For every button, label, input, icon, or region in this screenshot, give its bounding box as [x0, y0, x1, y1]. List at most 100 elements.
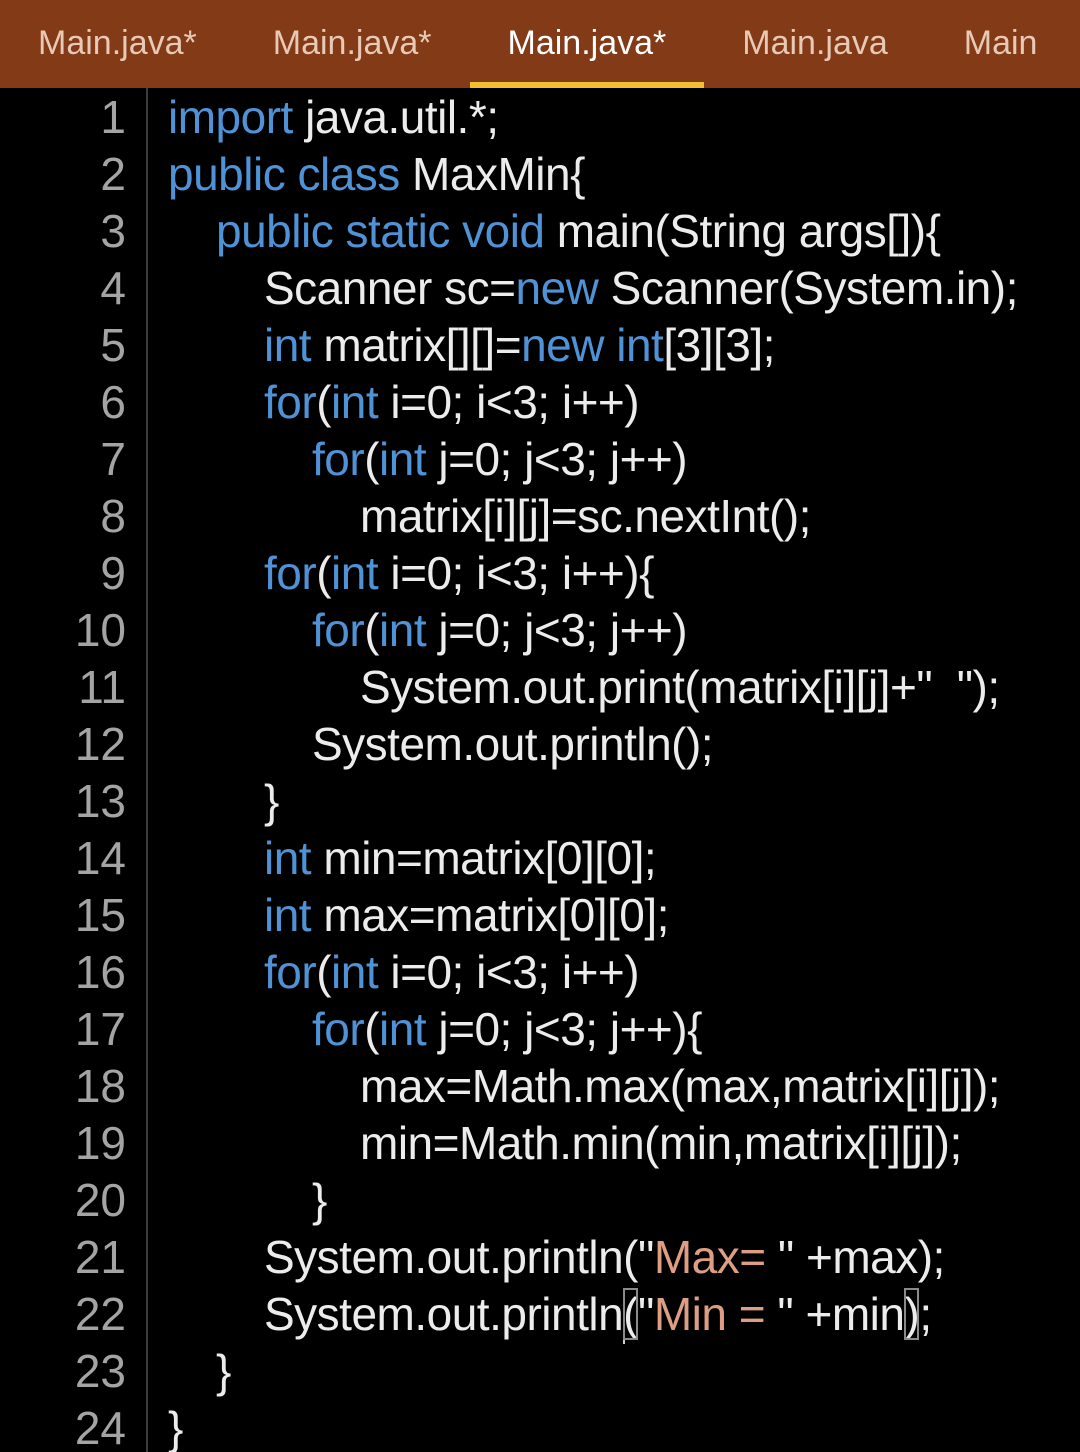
code-text: } — [168, 1400, 183, 1452]
line-number: 9 — [100, 547, 126, 599]
code-text: public static void main(String args[]){ — [216, 203, 941, 260]
line-number: 8 — [100, 490, 126, 542]
line-number: 23 — [74, 1345, 126, 1397]
line-number: 5 — [100, 319, 126, 371]
line-number: 22 — [74, 1288, 126, 1340]
code-editor[interactable]: 1 import java.util.*; 2 public class MaxMin… — [0, 88, 1080, 1452]
keyword-token: for — [264, 946, 317, 998]
code-line[interactable]: 1 import java.util.*; — [0, 89, 1080, 146]
code-text: } — [312, 1172, 327, 1229]
code-line[interactable]: 11 System.out.print(matrix[i][j]+" "); — [0, 659, 1080, 716]
line-number: 15 — [74, 889, 126, 941]
bracket-match-token: ) — [904, 1288, 920, 1340]
line-number: 20 — [74, 1174, 126, 1226]
code-text: for(int i=0; i<3; i++) — [264, 944, 640, 1001]
code-line[interactable]: 23} — [0, 1343, 1080, 1400]
code-token: " — [638, 1288, 654, 1340]
code-text: matrix[i][j]=sc.nextInt(); — [360, 488, 811, 545]
code-token: MaxMin{ — [399, 148, 585, 200]
code-line[interactable]: 3 public static void main(String args[]){ — [0, 203, 1080, 260]
line-number: 18 — [74, 1060, 126, 1112]
code-token: java.util.*; — [292, 91, 499, 143]
code-line[interactable]: 15 int max=matrix[0][0]; — [0, 887, 1080, 944]
code-token: " +max); — [777, 1231, 945, 1283]
keyword-token: int — [264, 319, 312, 371]
code-text: int matrix[][]=new int[3][3]; — [264, 317, 775, 374]
tab-file[interactable]: Main.java — [704, 0, 926, 88]
keyword-token: new int — [521, 319, 664, 371]
line-number: 14 — [74, 832, 126, 884]
tab-active-file[interactable]: Main.java* — [469, 0, 705, 88]
code-line[interactable]: 12 System.out.println(); — [0, 716, 1080, 773]
code-text: max=Math.max(max,matrix[i][j]); — [360, 1058, 1001, 1115]
code-token: i=0; i<3; i++){ — [378, 547, 654, 599]
code-text: System.out.println(); — [312, 716, 714, 773]
code-token: max=matrix[0][0]; — [311, 889, 669, 941]
code-token: System.out.println(" — [264, 1231, 654, 1283]
code-line[interactable]: 14 int min=matrix[0][0]; — [0, 830, 1080, 887]
code-token: } — [264, 775, 279, 827]
string-token: Min = — [653, 1288, 778, 1340]
keyword-token: int — [379, 433, 427, 485]
code-line[interactable]: 10 for(int j=0; j<3; j++) — [0, 602, 1080, 659]
code-token: i=0; i<3; i++) — [378, 376, 640, 428]
line-number: 4 — [100, 262, 126, 314]
code-text: Scanner sc=new Scanner(System.in); — [264, 260, 1018, 317]
code-token: min=Math.min(min,matrix[i][j]); — [360, 1117, 962, 1169]
keyword-token: public class — [168, 148, 400, 200]
code-text: public class MaxMin{ — [168, 146, 585, 203]
code-line[interactable]: 24} — [0, 1400, 1080, 1452]
code-token: [3][3]; — [663, 319, 775, 371]
keyword-token: for — [312, 1003, 365, 1055]
line-number: 16 — [74, 946, 126, 998]
code-line[interactable]: 5 int matrix[][]=new int[3][3]; — [0, 317, 1080, 374]
keyword-token: int — [379, 604, 427, 656]
code-token: System.out.println — [264, 1288, 624, 1340]
code-line[interactable]: 16 for(int i=0; i<3; i++) — [0, 944, 1080, 1001]
code-token: ( — [316, 376, 332, 428]
code-line[interactable]: 17 for(int j=0; j<3; j++){ — [0, 1001, 1080, 1058]
tab-file[interactable]: Main.java* — [0, 0, 235, 88]
string-token: Max= — [653, 1231, 778, 1283]
line-number: 21 — [74, 1231, 126, 1283]
code-token: } — [168, 1402, 183, 1452]
code-line[interactable]: 7 for(int j=0; j<3; j++) — [0, 431, 1080, 488]
tab-file[interactable]: Main — [926, 0, 1076, 88]
code-line[interactable]: 4 Scanner sc=new Scanner(System.in); — [0, 260, 1080, 317]
code-token: ( — [364, 433, 380, 485]
code-token: matrix[][]= — [311, 319, 522, 371]
code-line[interactable]: 21 System.out.println("Max= " +max); — [0, 1229, 1080, 1286]
code-text: int min=matrix[0][0]; — [264, 830, 657, 887]
keyword-token: int — [264, 889, 312, 941]
code-line[interactable]: 22 System.out.println("Min = " +min); — [0, 1286, 1080, 1344]
keyword-token: int — [331, 376, 379, 428]
keyword-token: int — [331, 946, 379, 998]
code-line[interactable]: 13} — [0, 773, 1080, 830]
code-line[interactable]: 19 min=Math.min(min,matrix[i][j]); — [0, 1115, 1080, 1172]
line-number: 13 — [74, 775, 126, 827]
code-line[interactable]: 9 for(int i=0; i<3; i++){ — [0, 545, 1080, 602]
code-token: j=0; j<3; j++){ — [426, 1003, 702, 1055]
code-text: for(int i=0; i<3; i++) — [264, 374, 640, 431]
line-number: 1 — [100, 91, 126, 143]
code-line[interactable]: 18 max=Math.max(max,matrix[i][j]); — [0, 1058, 1080, 1115]
tab-bar: Main.java* Main.java* Main.java* Main.java M… — [0, 0, 1080, 88]
code-token: ( — [316, 547, 332, 599]
keyword-token: public static void — [216, 205, 545, 257]
bracket-match-token: ( — [623, 1288, 638, 1340]
code-text: } — [216, 1343, 231, 1400]
code-line[interactable]: 20} — [0, 1172, 1080, 1229]
code-text: for(int j=0; j<3; j++) — [312, 431, 688, 488]
code-line[interactable]: 2 public class MaxMin{ — [0, 146, 1080, 203]
code-token: " +min — [777, 1288, 905, 1340]
code-text: System.out.print(matrix[i][j]+" "); — [360, 659, 1000, 716]
line-number: 11 — [78, 661, 126, 713]
keyword-token: int — [331, 547, 379, 599]
keyword-token: for — [312, 433, 365, 485]
code-text: for(int j=0; j<3; j++){ — [312, 1001, 702, 1058]
code-token: j=0; j<3; j++) — [426, 433, 688, 485]
code-line[interactable]: 8 matrix[i][j]=sc.nextInt(); — [0, 488, 1080, 545]
line-number: 24 — [74, 1402, 126, 1452]
code-line[interactable]: 6 for(int i=0; i<3; i++) — [0, 374, 1080, 431]
tab-file[interactable]: Main.java* — [235, 0, 470, 88]
